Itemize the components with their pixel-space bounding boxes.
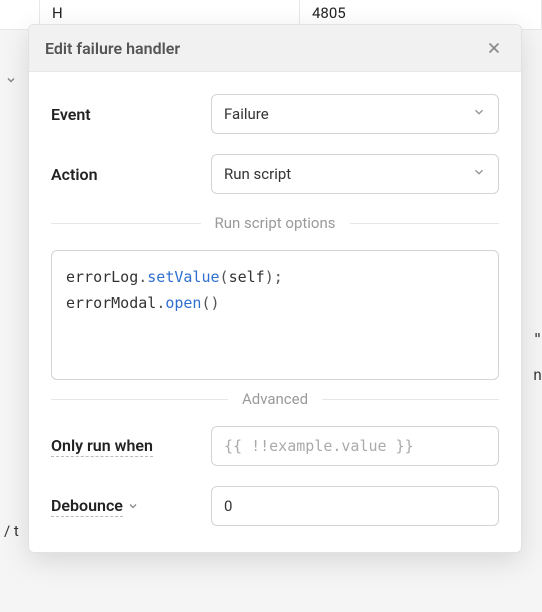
- collapse-chevron-icon[interactable]: [0, 68, 22, 92]
- edit-failure-handler-modal: Edit failure handler Event Failure Actio…: [28, 24, 522, 553]
- action-row: Action Run script: [51, 154, 499, 194]
- modal-title: Edit failure handler: [45, 39, 180, 58]
- debounce-input[interactable]: 0: [211, 486, 499, 526]
- bg-right-fragments: " n: [533, 330, 542, 384]
- modal-header: Edit failure handler: [29, 25, 521, 72]
- event-label: Event: [51, 105, 211, 124]
- run-script-options-divider: Run script options: [51, 214, 499, 232]
- debounce-chevron-icon[interactable]: [127, 497, 139, 516]
- action-label: Action: [51, 165, 211, 184]
- only-run-when-input[interactable]: {{ !!example.value }}: [211, 426, 499, 466]
- debounce-row: Debounce 0: [51, 486, 499, 526]
- debounce-value: 0: [224, 497, 232, 515]
- close-button[interactable]: [483, 37, 505, 59]
- chevron-down-icon: [472, 105, 486, 123]
- advanced-label: Advanced: [228, 390, 322, 408]
- event-select-value: Failure: [224, 105, 269, 123]
- bg-bottom-fragment: / t: [0, 518, 23, 544]
- action-select[interactable]: Run script: [211, 154, 499, 194]
- advanced-divider: Advanced: [51, 390, 499, 408]
- action-select-value: Run script: [224, 165, 291, 183]
- only-run-when-placeholder: {{ !!example.value }}: [224, 437, 414, 455]
- close-icon: [486, 40, 502, 56]
- event-select[interactable]: Failure: [211, 94, 499, 134]
- debounce-label: Debounce: [51, 496, 123, 517]
- run-script-options-label: Run script options: [201, 214, 350, 232]
- script-editor[interactable]: errorLog.setValue(self); errorModal.open…: [51, 250, 499, 380]
- only-run-when-row: Only run when {{ !!example.value }}: [51, 426, 499, 466]
- modal-body: Event Failure Action Run script Run scri…: [29, 72, 521, 552]
- chevron-down-icon: [472, 165, 486, 183]
- only-run-when-label: Only run when: [51, 436, 153, 457]
- event-row: Event Failure: [51, 94, 499, 134]
